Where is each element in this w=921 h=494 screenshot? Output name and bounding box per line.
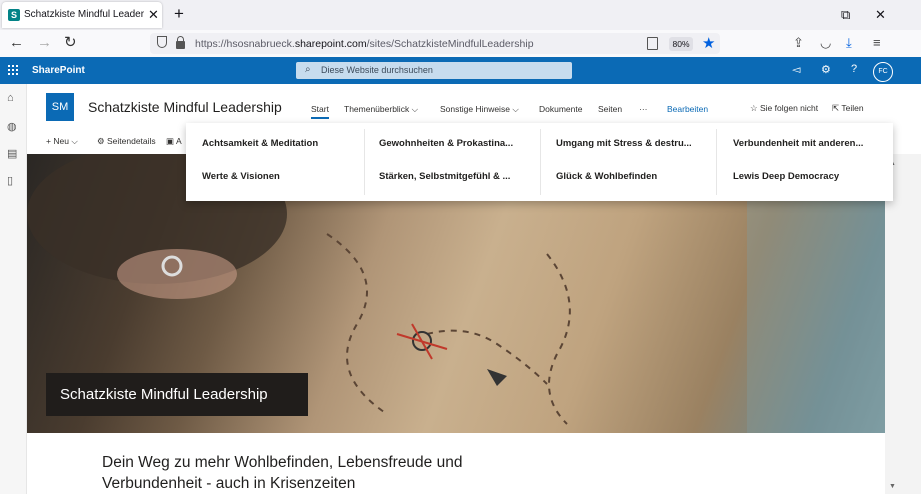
site-title[interactable]: Schatzkiste Mindful Leadership (88, 99, 282, 115)
menu-divider (364, 129, 365, 195)
menu-item-achtsamkeit[interactable]: Achtsamkeit & Meditation (202, 138, 318, 149)
url-prefix: https://hsosnabrueck. (195, 38, 295, 50)
page-details-button[interactable]: ⚙ Seitendetails (97, 136, 156, 147)
app-launcher-icon[interactable] (8, 65, 18, 75)
share-icon: ⇱ (832, 103, 840, 113)
scroll-down-icon[interactable]: ▼ (889, 483, 896, 490)
menu-item-stress[interactable]: Umgang mit Stress & destru... (556, 138, 692, 149)
new-label: Neu (53, 136, 69, 146)
page-details-label: Seitendetails (107, 136, 156, 146)
close-window-icon[interactable]: ✕ (875, 7, 886, 23)
shield-icon[interactable] (157, 36, 167, 48)
nav-themen-label: Themenüberblick (344, 104, 410, 114)
zoom-level[interactable]: 80% (669, 37, 693, 51)
nav-seiten[interactable]: Seiten (598, 104, 622, 114)
new-button[interactable]: + Neu ⌵ (46, 136, 78, 147)
follow-label: Sie folgen nicht (760, 103, 819, 113)
nav-edit-link[interactable]: Bearbeiten (667, 104, 708, 114)
new-tab-button[interactable]: + (174, 5, 184, 23)
image-icon: ▣ (166, 136, 175, 146)
chevron-down-icon: ⌵ (71, 136, 78, 146)
extension-icon[interactable]: ⇪ (793, 35, 804, 51)
download-icon[interactable]: ⤓ (846, 35, 852, 51)
more-commands-label: A (175, 136, 182, 146)
tab-close-icon[interactable]: ✕ (148, 7, 159, 23)
nav-hinweise[interactable]: Sonstige Hinweise ⌵ (440, 104, 519, 115)
more-commands-button[interactable]: ▣ A (166, 136, 182, 147)
chevron-down-icon: ⌵ (411, 104, 419, 114)
nav-start[interactable]: Start (311, 104, 329, 119)
sharepoint-label[interactable]: SharePoint (32, 65, 85, 76)
plus-icon: + (46, 136, 51, 146)
reload-icon[interactable]: ↻ (64, 34, 77, 52)
sharepoint-favicon-icon: S (8, 9, 20, 21)
page-scrollbar[interactable] (885, 154, 921, 494)
globe-icon[interactable]: ◍ (7, 120, 17, 133)
nav-hinweise-label: Sonstige Hinweise (440, 104, 510, 114)
menu-item-werte[interactable]: Werte & Visionen (202, 171, 280, 182)
restore-window-icon[interactable]: ⧉ (841, 7, 850, 23)
star-outline-icon: ☆ (750, 103, 758, 113)
share-button[interactable]: ⇱ Teilen (832, 103, 864, 114)
nav-dokumente[interactable]: Dokumente (539, 104, 582, 114)
star-icon[interactable]: ★ (702, 34, 715, 52)
menu-divider (716, 129, 717, 195)
tagline-line-1: Dein Weg zu mehr Wohlbefinden, Lebensfre… (102, 454, 463, 471)
menu-item-lewis[interactable]: Lewis Deep Democracy (733, 171, 839, 182)
home-icon[interactable]: ⌂ (7, 92, 14, 104)
nav-more[interactable]: ··· (639, 104, 648, 114)
url-text[interactable]: https://hsosnabrueck.sharepoint.com/site… (195, 38, 534, 50)
settings-icon: ⚙ (97, 136, 105, 146)
back-arrow-icon[interactable]: ← (9, 34, 24, 52)
url-path: /sites/SchatzkisteMindfulLeadership (366, 38, 534, 50)
nav-themen[interactable]: Themenüberblick ⌵ (344, 104, 418, 115)
share-label: Teilen (841, 103, 864, 113)
menu-icon[interactable]: ≡ (873, 35, 881, 50)
menu-item-staerken[interactable]: Stärken, Selbstmitgefühl & ... (379, 171, 510, 182)
reader-icon[interactable] (647, 37, 658, 50)
lock-icon[interactable] (176, 41, 185, 49)
menu-item-verbundenheit[interactable]: Verbundenheit mit anderen... (733, 138, 863, 149)
browser-tab[interactable]: S Schatzkiste Mindful Leadership ✕ (2, 2, 162, 28)
forward-arrow-icon[interactable]: → (37, 34, 52, 52)
help-icon[interactable]: ? (851, 63, 857, 75)
pocket-icon[interactable]: ◡ (820, 35, 831, 51)
search-placeholder: Diese Website durchsuchen (321, 65, 433, 75)
news-icon[interactable]: ▤ (7, 147, 17, 160)
tab-title: Schatzkiste Mindful Leadership (24, 9, 144, 20)
menu-divider (540, 129, 541, 195)
tagline-line-2: Verbundenheit - auch in Krisenzeiten (102, 475, 356, 492)
chevron-down-icon: ⌵ (512, 104, 519, 114)
file-icon[interactable]: ▯ (7, 174, 13, 187)
url-domain: sharepoint.com (294, 38, 367, 50)
search-icon: ⌕ (305, 64, 311, 75)
left-app-rail (0, 84, 27, 494)
site-logo[interactable]: SM (46, 93, 74, 121)
avatar[interactable]: FC (873, 62, 893, 82)
follow-button[interactable]: ☆ Sie folgen nicht (750, 103, 818, 114)
megaphone-icon[interactable]: ◅ (792, 63, 800, 76)
gear-icon[interactable]: ⚙ (821, 63, 831, 76)
menu-item-glueck[interactable]: Glück & Wohlbefinden (556, 171, 657, 182)
menu-item-gewohnheiten[interactable]: Gewohnheiten & Prokastina... (379, 138, 513, 149)
hero-title: Schatzkiste Mindful Leadership (60, 386, 268, 403)
